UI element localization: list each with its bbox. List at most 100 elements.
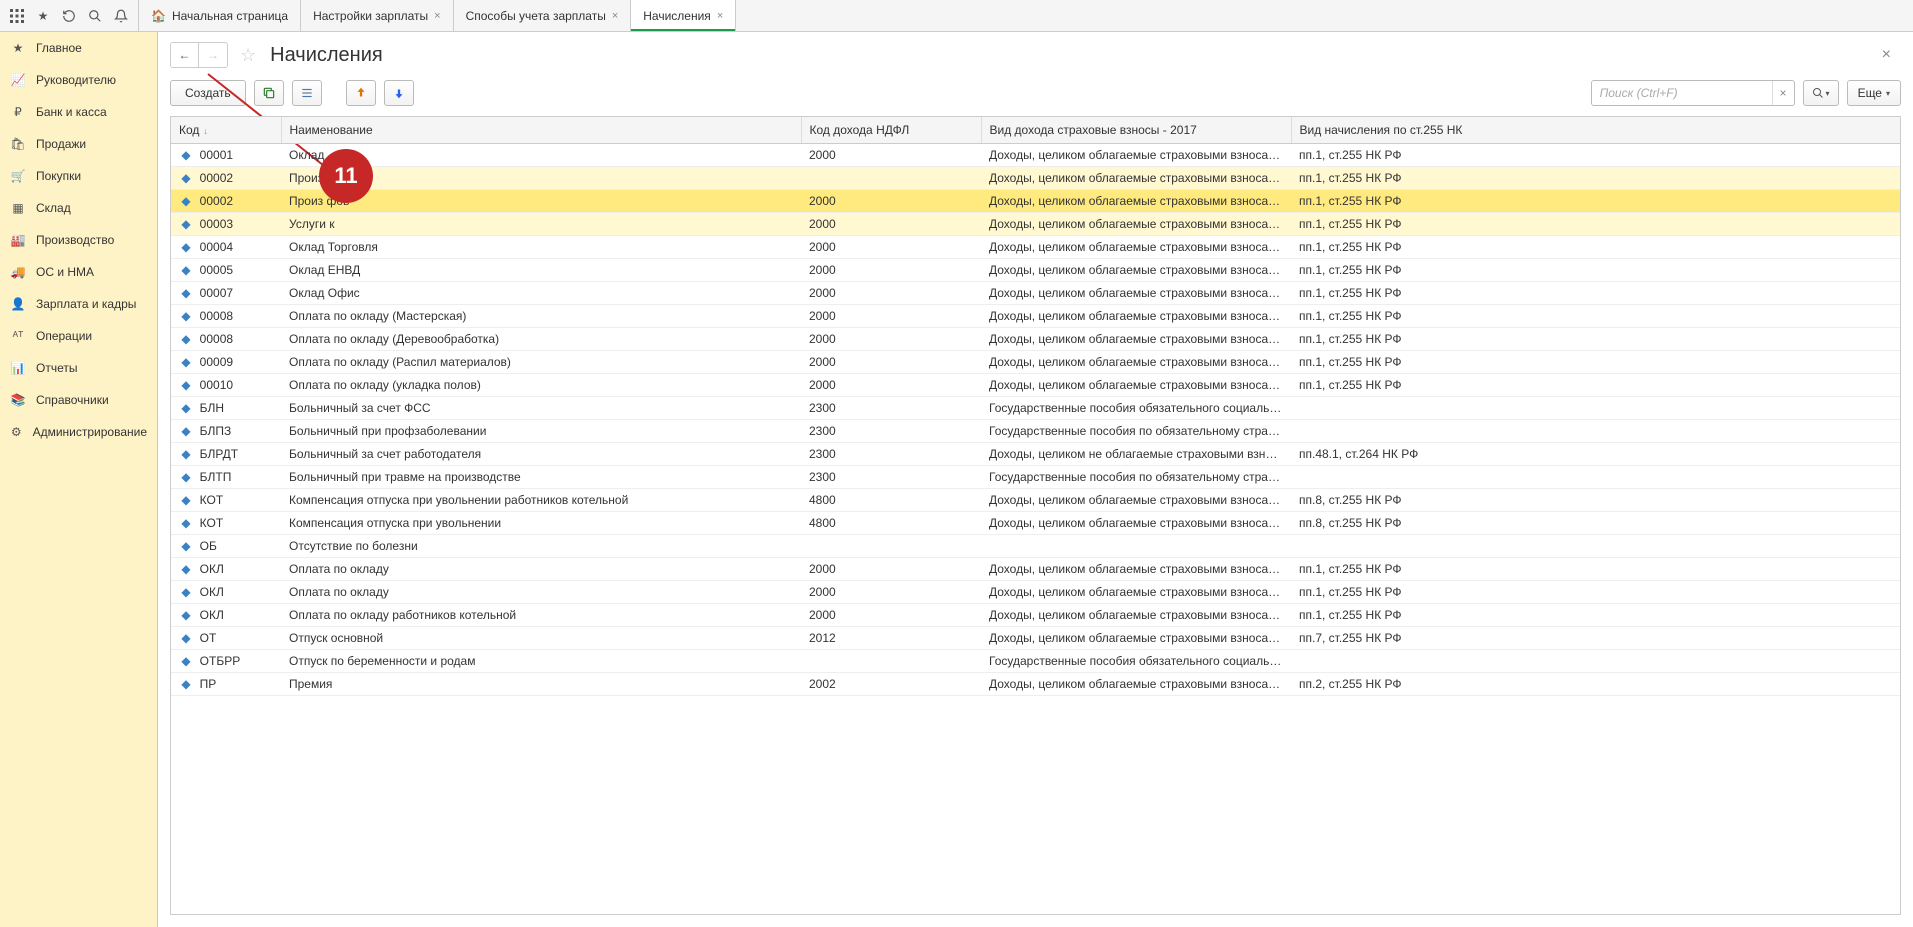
- cell-ndfl: 2300: [801, 420, 981, 443]
- sidebar-item-books[interactable]: 📚Справочники: [0, 384, 157, 416]
- cell-art255: пп.1, ст.255 НК РФ: [1291, 259, 1900, 282]
- cell-art255: пп.1, ст.255 НК РФ: [1291, 305, 1900, 328]
- bell-icon[interactable]: [108, 3, 134, 29]
- cell-insurance: Доходы, целиком облагаемые страховыми вз…: [981, 190, 1291, 213]
- table-row[interactable]: ◆ ОКЛОплата по окладу2000Доходы, целиком…: [171, 558, 1900, 581]
- col-header-art255[interactable]: Вид начисления по ст.255 НК: [1291, 117, 1900, 144]
- tab-способы-учета-зарплаты[interactable]: Способы учета зарплаты ×: [454, 0, 632, 31]
- nav-back-button[interactable]: ←: [171, 43, 199, 67]
- list-button[interactable]: [292, 80, 322, 106]
- sidebar-item-cart[interactable]: 🛒Покупки: [0, 160, 157, 192]
- table-row[interactable]: ◆ 00002ПроизвДоходы, целиком облагаемые …: [171, 167, 1900, 190]
- search-clear-icon[interactable]: ×: [1772, 81, 1794, 105]
- table-row[interactable]: ◆ 00003Услуги к2000Доходы, целиком облаг…: [171, 213, 1900, 236]
- col-header-name[interactable]: Наименование: [281, 117, 801, 144]
- table-row[interactable]: ◆ 00007Оклад Офис2000Доходы, целиком обл…: [171, 282, 1900, 305]
- cell-name: Оклад Офис: [281, 282, 801, 305]
- sidebar-item-ruble[interactable]: ₽Банк и касса: [0, 96, 157, 128]
- table-row[interactable]: ◆ 00008Оплата по окладу (Мастерская)2000…: [171, 305, 1900, 328]
- sidebar-item-ops[interactable]: ᴬᵀОперации: [0, 320, 157, 352]
- cell-insurance: Доходы, целиком не облагаемые страховыми…: [981, 443, 1291, 466]
- sidebar-item-person[interactable]: 👤Зарплата и кадры: [0, 288, 157, 320]
- toolbar: Создать × ▾ Еще▾: [158, 74, 1913, 116]
- sidebar-item-star[interactable]: ★Главное: [0, 32, 157, 64]
- favorite-star-icon[interactable]: ☆: [240, 45, 256, 66]
- upload-button[interactable]: [346, 80, 376, 106]
- sidebar-item-label: Банк и касса: [36, 105, 107, 119]
- star-icon[interactable]: ★: [30, 3, 56, 29]
- history-icon[interactable]: [56, 3, 82, 29]
- search-dropdown-button[interactable]: ▾: [1803, 80, 1839, 106]
- tab-close-icon[interactable]: ×: [434, 10, 440, 22]
- download-button[interactable]: [384, 80, 414, 106]
- cell-code: 00002: [200, 171, 233, 185]
- search-field-wrap: ×: [1591, 80, 1795, 106]
- books-icon: 📚: [10, 392, 26, 408]
- search-input[interactable]: [1592, 81, 1772, 105]
- table-row[interactable]: ◆ 00005Оклад ЕНВД2000Доходы, целиком обл…: [171, 259, 1900, 282]
- col-header-insurance[interactable]: Вид дохода страховые взносы - 2017: [981, 117, 1291, 144]
- table-row[interactable]: ◆ ОКЛОплата по окладу2000Доходы, целиком…: [171, 581, 1900, 604]
- cell-ndfl: 2000: [801, 604, 981, 627]
- table-row[interactable]: ◆ 00010Оплата по окладу (укладка полов)2…: [171, 374, 1900, 397]
- more-button[interactable]: Еще▾: [1847, 80, 1901, 106]
- tab-label: Способы учета зарплаты: [466, 9, 606, 23]
- boxes-icon: ▦: [10, 200, 26, 216]
- cell-name: Произв: [281, 167, 801, 190]
- cell-art255: пп.1, ст.255 НК РФ: [1291, 213, 1900, 236]
- apps-icon[interactable]: [4, 3, 30, 29]
- table-row[interactable]: ◆ КОТКомпенсация отпуска при увольнении4…: [171, 512, 1900, 535]
- sidebar-item-label: Операции: [36, 329, 92, 343]
- content-area: ← → ☆ Начисления × Создать × ▾ Еще▾: [158, 32, 1913, 927]
- table-row[interactable]: ◆ 00002Произ фов2000Доходы, целиком обла…: [171, 190, 1900, 213]
- cell-code: 00001: [200, 148, 233, 162]
- sidebar-item-label: Покупки: [36, 169, 81, 183]
- tab-настройки-зарплаты[interactable]: Настройки зарплаты×: [301, 0, 454, 31]
- create-button[interactable]: Создать: [170, 80, 246, 106]
- copy-button[interactable]: [254, 80, 284, 106]
- sidebar-item-trend[interactable]: 📈Руководителю: [0, 64, 157, 96]
- cell-art255: [1291, 535, 1900, 558]
- sidebar-item-factory[interactable]: 🏭Производство: [0, 224, 157, 256]
- cell-ndfl: 2000: [801, 351, 981, 374]
- table-row[interactable]: ◆ 00004Оклад Торговля2000Доходы, целиком…: [171, 236, 1900, 259]
- table-row[interactable]: ◆ БЛНБольничный за счет ФСС2300Государст…: [171, 397, 1900, 420]
- row-icon: ◆: [179, 171, 193, 185]
- table-row[interactable]: ◆ БЛТПБольничный при травме на производс…: [171, 466, 1900, 489]
- cell-name: Произ фов: [281, 190, 801, 213]
- cell-ndfl: 4800: [801, 489, 981, 512]
- cell-name: Услуги к: [281, 213, 801, 236]
- cell-code: ПР: [200, 677, 217, 691]
- tab-close-icon[interactable]: ×: [612, 10, 618, 22]
- sidebar-item-bag[interactable]: 🛍Продажи: [0, 128, 157, 160]
- row-icon: ◆: [179, 562, 193, 576]
- col-header-code[interactable]: Код↓: [171, 117, 281, 144]
- sidebar-item-boxes[interactable]: ▦Склад: [0, 192, 157, 224]
- table-row[interactable]: ◆ 00001Оклад2000Доходы, целиком облагаем…: [171, 144, 1900, 167]
- tab-close-icon[interactable]: ×: [717, 10, 723, 22]
- sidebar-item-truck[interactable]: 🚚ОС и НМА: [0, 256, 157, 288]
- row-icon: ◆: [179, 286, 193, 300]
- sidebar-item-chart[interactable]: 📊Отчеты: [0, 352, 157, 384]
- row-icon: ◆: [179, 516, 193, 530]
- table-row[interactable]: ◆ ОБОтсутствие по болезни: [171, 535, 1900, 558]
- cell-code: КОТ: [200, 493, 224, 507]
- tab-начальная-страница[interactable]: 🏠Начальная страница: [139, 0, 301, 31]
- cell-art255: пп.1, ст.255 НК РФ: [1291, 558, 1900, 581]
- table-row[interactable]: ◆ БЛРДТБольничный за счет работодателя23…: [171, 443, 1900, 466]
- tab-начисления[interactable]: Начисления×: [631, 0, 736, 31]
- table-row[interactable]: ◆ БЛПЗБольничный при профзаболевании2300…: [171, 420, 1900, 443]
- table-row[interactable]: ◆ 00008Оплата по окладу (Деревообработка…: [171, 328, 1900, 351]
- table-row[interactable]: ◆ ОТОтпуск основной2012Доходы, целиком о…: [171, 627, 1900, 650]
- table-row[interactable]: ◆ КОТКомпенсация отпуска при увольнении …: [171, 489, 1900, 512]
- close-icon[interactable]: ×: [1876, 46, 1897, 64]
- table-row[interactable]: ◆ ОТБРРОтпуск по беременности и родамГос…: [171, 650, 1900, 673]
- cell-name: Больничный при травме на производстве: [281, 466, 801, 489]
- table-row[interactable]: ◆ ОКЛОплата по окладу работников котельн…: [171, 604, 1900, 627]
- search-icon[interactable]: [82, 3, 108, 29]
- nav-forward-button[interactable]: →: [199, 43, 227, 67]
- table-row[interactable]: ◆ 00009Оплата по окладу (Распил материал…: [171, 351, 1900, 374]
- sidebar-item-gear[interactable]: ⚙Администрирование: [0, 416, 157, 448]
- col-header-ndfl[interactable]: Код дохода НДФЛ: [801, 117, 981, 144]
- table-row[interactable]: ◆ ПРПремия2002Доходы, целиком облагаемые…: [171, 673, 1900, 696]
